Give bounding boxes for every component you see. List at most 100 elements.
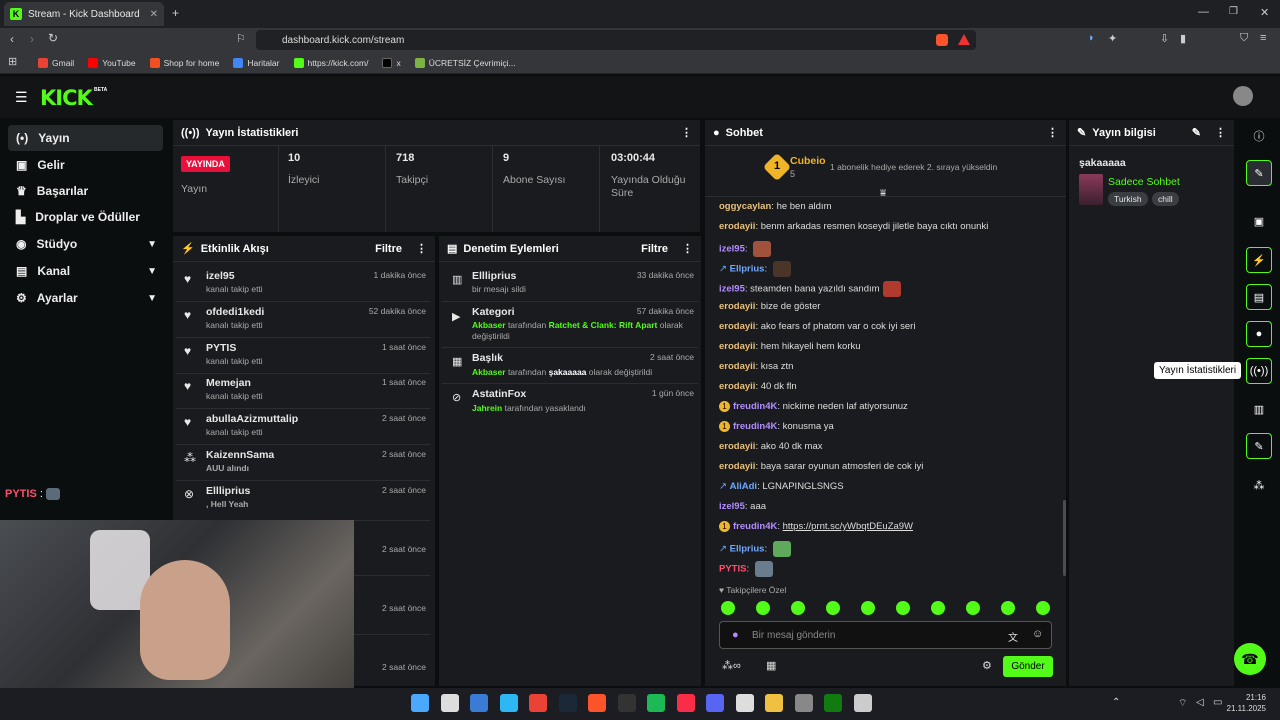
start-icon[interactable] (411, 694, 429, 712)
url-input[interactable]: dashboard.kick.com/stream (256, 30, 976, 50)
bookmark-shop[interactable]: Shop for home (149, 57, 219, 68)
avatar[interactable] (1233, 86, 1253, 106)
steam-icon[interactable] (558, 694, 577, 712)
copilot-icon[interactable] (470, 694, 488, 712)
more-menu-icon[interactable]: ⋮ (681, 126, 692, 139)
bookmark-icon[interactable]: ⚐ (236, 32, 246, 45)
more-menu-icon[interactable]: ⋮ (1215, 126, 1226, 139)
chat-username[interactable]: Ellprius (730, 264, 765, 275)
bolt-button[interactable]: ⚡ (1246, 247, 1272, 273)
store-icon[interactable]: ▦ (766, 659, 776, 672)
bookmark-gmail[interactable]: Gmail (38, 57, 74, 68)
bookmark-kick[interactable]: https://kick.com/ (293, 57, 368, 68)
chat-username[interactable]: erodayii (719, 321, 755, 332)
collapse-icon[interactable]: ⩸ (880, 188, 886, 199)
chat-username[interactable]: freudin4K (733, 521, 777, 532)
tag[interactable]: chill (1152, 192, 1179, 206)
sidebar-toggle-icon[interactable]: ▮ (1180, 32, 1186, 45)
bookmark-free[interactable]: ÜCRETSİZ Çevrimiçi... (414, 57, 516, 68)
chat-scrollbar[interactable] (1063, 500, 1066, 576)
brave-shield-icon[interactable] (936, 34, 948, 46)
bookmark-youtube[interactable]: YouTube (88, 57, 136, 68)
sidebar-item-basarilar[interactable]: ♛ Başarılar (8, 178, 163, 204)
puzzle-icon[interactable]: ✦ (1108, 32, 1117, 45)
brave-rewards-icon[interactable] (958, 34, 970, 45)
emote-icon[interactable] (756, 601, 770, 615)
chat-username[interactable]: erodayii (719, 361, 755, 372)
forward-icon[interactable]: › (30, 32, 34, 46)
tray-chevron-icon[interactable]: ⌃ (1112, 697, 1120, 708)
chat-username[interactable]: freudin4K (733, 401, 777, 412)
edit-icon[interactable]: ✎ (1192, 126, 1201, 139)
chat-username[interactable]: PYTIS (719, 564, 746, 575)
download-icon[interactable]: ⇩ (1160, 32, 1169, 45)
wifi-icon[interactable]: ⌔ (1178, 697, 1187, 710)
mic-icon[interactable]: ● (732, 629, 739, 641)
reload-icon[interactable]: ↻ (48, 31, 58, 45)
extension-icon[interactable]: ◗ (1088, 32, 1095, 44)
sidebar-item-gelir[interactable]: ▣ Gelir (8, 152, 163, 178)
bookmark-x[interactable]: x (382, 57, 401, 68)
battery-icon[interactable]: ▭ (1213, 697, 1222, 708)
chat-button[interactable]: ● (1246, 321, 1272, 347)
emote-icon[interactable] (966, 601, 980, 615)
filter-button[interactable]: Filtre (641, 243, 668, 255)
edit-pencil-button[interactable]: ✎ (1246, 160, 1272, 186)
minimize-icon[interactable]: — (1198, 6, 1209, 18)
clock-app-icon[interactable] (853, 694, 872, 712)
back-icon[interactable]: ‹ (10, 32, 14, 46)
chat-username[interactable]: izel95 (719, 501, 745, 512)
search-icon[interactable] (440, 694, 459, 712)
stats-button[interactable]: ((•)) (1246, 358, 1272, 384)
emote-icon[interactable] (861, 601, 875, 615)
screen-icon[interactable]: ▣ (1246, 208, 1272, 234)
settings-icon[interactable] (794, 694, 813, 712)
hamburger-menu-icon[interactable]: ☰ (15, 89, 28, 106)
chat-username[interactable]: freudin4K (733, 421, 777, 432)
apps-grid-icon[interactable]: ⊞ (8, 55, 17, 68)
tag[interactable]: Turkish (1108, 192, 1148, 206)
chat-username[interactable]: erodayii (719, 461, 755, 472)
emoji-icon[interactable]: ☺ (1032, 628, 1043, 640)
sidebar-item-kanal[interactable]: ▤ Kanal ▼ (8, 258, 163, 284)
emote-icon[interactable] (721, 601, 735, 615)
chat-username[interactable]: izel95 (719, 244, 745, 255)
brave-icon[interactable] (588, 694, 606, 712)
sidebar-item-droplar[interactable]: ▙ Droplar ve Ödüller (8, 204, 163, 230)
filter-button[interactable]: Filtre (375, 243, 402, 255)
wrench-button[interactable]: ✎ (1246, 433, 1272, 459)
chat-settings-icon[interactable]: ⚙ (982, 659, 992, 672)
send-button[interactable]: Gönder (1003, 656, 1053, 677)
more-menu-icon[interactable]: ⋮ (416, 242, 427, 255)
emote-icon[interactable] (931, 601, 945, 615)
chat-username[interactable]: erodayii (719, 381, 755, 392)
epic-icon[interactable] (617, 694, 636, 712)
chat-text[interactable]: https://prnt.sc/yWbqtDEuZa9W (783, 521, 913, 532)
layout-icon[interactable]: ▥ (1246, 396, 1272, 422)
edge-icon[interactable] (499, 694, 518, 712)
chat-username[interactable]: AliAdi (730, 481, 757, 492)
category-name[interactable]: Sadece Sohbet (1108, 176, 1180, 188)
volume-icon[interactable]: ◁ (1196, 697, 1204, 708)
bookmark-maps[interactable]: Haritalar (233, 57, 280, 68)
list-button[interactable]: ▤ (1246, 284, 1272, 310)
system-clock[interactable]: 21:16 21.11.2025 (1226, 692, 1266, 714)
chrome-icon[interactable] (529, 694, 547, 712)
points-icon[interactable]: ⁂ (1246, 472, 1272, 498)
emote-icon[interactable] (826, 601, 840, 615)
folder-icon[interactable] (765, 694, 783, 712)
more-menu-icon[interactable]: ⋮ (1047, 126, 1058, 139)
discord-icon[interactable] (706, 694, 724, 712)
chat-username[interactable]: erodayii (719, 221, 755, 232)
sidebar-item-studyo[interactable]: ◉ Stüdyo ▼ (8, 231, 163, 257)
capture-icon[interactable] (735, 694, 754, 712)
chat-username[interactable]: erodayii (719, 441, 755, 452)
points-icon[interactable]: ⁂∞ (722, 659, 741, 672)
spotify-icon[interactable] (647, 694, 665, 712)
menu-icon[interactable]: ≡ (1260, 32, 1266, 44)
chat-username[interactable]: erodayii (719, 341, 755, 352)
close-tab-icon[interactable]: ✕ (150, 9, 158, 20)
translate-icon[interactable]: 文 (1008, 629, 1018, 644)
more-menu-icon[interactable]: ⋮ (682, 242, 693, 255)
shield-icon[interactable]: ⛉ (1240, 32, 1248, 45)
